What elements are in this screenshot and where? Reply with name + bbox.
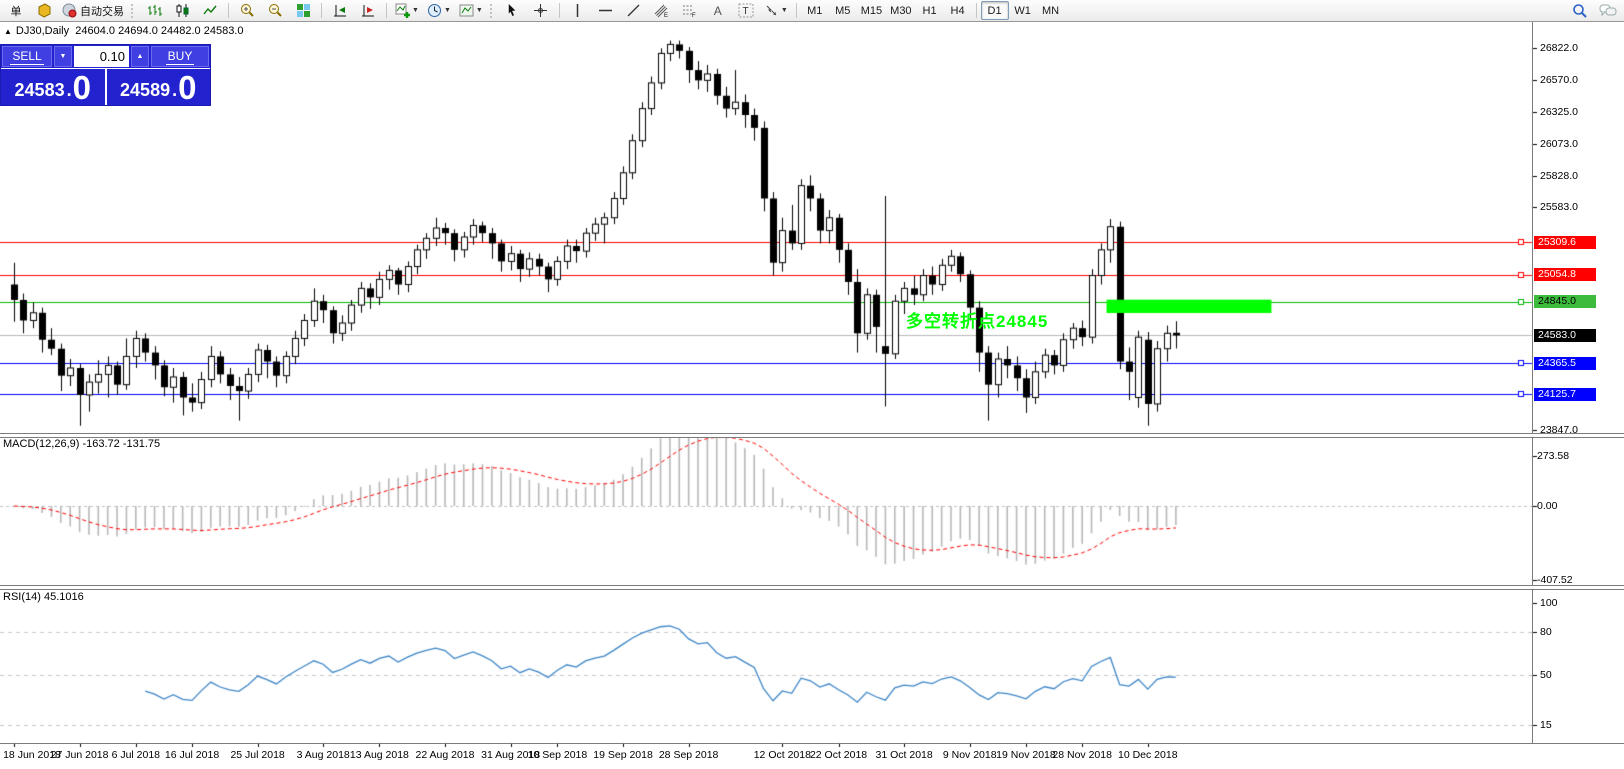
timeframe-H4[interactable]: H4 (944, 1, 972, 20)
volume-decrease-button[interactable]: ▼ (54, 46, 72, 67)
ohlc-close: 24583.0 (204, 25, 244, 37)
timeframe-H1[interactable]: H1 (916, 1, 944, 20)
cursor-icon[interactable] (499, 1, 527, 20)
timeframe-group: M1M5M15M30H1H4 D1W1MN (801, 1, 1065, 20)
indicators-add-icon[interactable]: ▼ (391, 1, 423, 20)
date-tick-label: 22 Oct 2018 (801, 749, 877, 761)
timeframe-M5[interactable]: M5 (829, 1, 857, 20)
level-price-badge: 24845.0 (1534, 295, 1596, 308)
timeframe-D1[interactable]: D1 (981, 1, 1009, 20)
rsi-panel-splitter[interactable] (0, 585, 1624, 590)
price-tick-label: 25828.0 (1540, 170, 1578, 182)
periods-dropdown-icon[interactable]: ▼ (444, 7, 451, 14)
new-order-icon[interactable] (30, 1, 58, 20)
autotrading-label: 自动交易 (80, 3, 124, 19)
date-tick-label: 28 Nov 2018 (1044, 749, 1120, 761)
chat-icon[interactable] (1594, 1, 1622, 20)
macd-indicator-label: MACD(12,26,9) -163.72 -131.75 (3, 438, 160, 450)
autotrading-icon (62, 3, 77, 18)
price-tick-label: 25583.0 (1540, 201, 1578, 213)
date-tick-label: 25 Jul 2018 (220, 749, 296, 761)
price-tick-label: 26570.0 (1540, 74, 1578, 86)
timeframe-MN[interactable]: MN (1037, 1, 1065, 20)
templates-icon[interactable]: ▼ (455, 1, 487, 20)
indicators-dropdown-icon[interactable]: ▼ (412, 7, 419, 14)
sell-price[interactable]: 24583.0 (1, 69, 107, 105)
text-tool-icon[interactable]: A (704, 1, 732, 20)
autotrading-button[interactable]: 自动交易 (58, 1, 128, 20)
chart-canvas[interactable] (0, 0, 1624, 769)
timeframe-M1[interactable]: M1 (801, 1, 829, 20)
chart-symbol-period: DJ30,Daily (16, 25, 69, 37)
search-icon[interactable] (1566, 1, 1594, 20)
level-price-badge: 25309.6 (1534, 236, 1596, 249)
level-price-badge: 24365.5 (1534, 357, 1596, 370)
periods-clock-icon[interactable]: ▼ (423, 1, 455, 20)
arrows-tool-icon[interactable]: ▼ (760, 1, 792, 20)
current-price-badge: 24583.0 (1534, 329, 1596, 342)
rsi-tick-label: 15 (1540, 719, 1552, 731)
sell-button[interactable]: SELL (2, 46, 52, 67)
level-price-badge: 25054.8 (1534, 268, 1596, 281)
vertical-line-tool-icon[interactable] (564, 1, 592, 20)
macd-tick-label: 0.00 (1537, 500, 1557, 512)
price-tick-label: 26073.0 (1540, 138, 1578, 150)
new-order-button[interactable]: 单 (2, 1, 30, 20)
text-label-tool-icon[interactable]: T (732, 1, 760, 20)
new-order-label: 单 (11, 3, 22, 19)
volume-increase-button[interactable]: ▲ (131, 46, 149, 67)
main-toolbar: 单 自动交易 ▼ ▼ ▼ (0, 0, 1624, 22)
zoom-out-icon[interactable] (261, 1, 289, 20)
date-tick-label: 28 Sep 2018 (651, 749, 727, 761)
rsi-tick-label: 100 (1540, 597, 1558, 609)
candlestick-chart-icon[interactable] (168, 1, 196, 20)
rsi-tick-label: 80 (1540, 626, 1552, 638)
price-tick-label: 26822.0 (1540, 42, 1578, 54)
templates-dropdown-icon[interactable]: ▼ (476, 7, 483, 14)
date-tick-label: 16 Jul 2018 (154, 749, 230, 761)
chart-shift-icon[interactable] (354, 1, 382, 20)
horizontal-line-tool-icon[interactable] (592, 1, 620, 20)
bar-chart-icon[interactable] (140, 1, 168, 20)
ohlc-high: 24694.0 (118, 25, 158, 37)
price-tick-label: 26325.0 (1540, 106, 1578, 118)
svg-text:F: F (692, 13, 696, 18)
fibonacci-tool-icon[interactable]: F (676, 1, 704, 20)
zoom-in-icon[interactable] (233, 1, 261, 20)
ohlc-open: 24604.0 (75, 25, 115, 37)
volume-input[interactable]: 0.10 (74, 46, 129, 67)
date-tick-label: 22 Aug 2018 (407, 749, 483, 761)
chart-annotation-text: 多空转折点24845 (906, 307, 1048, 332)
chart-header: ▲ DJ30,Daily 24604.0 24694.0 24482.0 2458… (4, 25, 243, 37)
macd-panel-splitter[interactable] (0, 433, 1624, 438)
svg-text:T: T (742, 6, 748, 17)
tile-windows-icon[interactable] (289, 1, 317, 20)
date-axis-border (0, 743, 1624, 744)
rsi-tick-label: 50 (1540, 669, 1552, 681)
rsi-indicator-label: RSI(14) 45.1016 (3, 591, 84, 603)
date-tick-label: 10 Dec 2018 (1110, 749, 1186, 761)
one-click-trade-panel: SELL ▼ 0.10 ▲ BUY 24583.0 24589.0 (0, 44, 211, 106)
auto-scroll-icon[interactable] (326, 1, 354, 20)
ohlc-low: 24482.0 (161, 25, 201, 37)
buy-price[interactable]: 24589.0 (107, 69, 211, 105)
collapse-panel-icon[interactable]: ▲ (4, 27, 12, 36)
timeframe-M15[interactable]: M15 (857, 1, 886, 20)
arrows-dropdown-icon[interactable]: ▼ (781, 7, 788, 14)
crosshair-icon[interactable] (527, 1, 555, 20)
line-chart-icon[interactable] (196, 1, 224, 20)
equidistant-channel-tool-icon[interactable]: E (648, 1, 676, 20)
buy-button[interactable]: BUY (151, 46, 209, 67)
level-price-badge: 24125.7 (1534, 388, 1596, 401)
date-tick-label: 13 Aug 2018 (341, 749, 417, 761)
price-axis-border (1532, 21, 1533, 743)
date-tick-label: 10 Sep 2018 (519, 749, 595, 761)
svg-text:E: E (664, 13, 668, 18)
timeframe-M30[interactable]: M30 (886, 1, 915, 20)
macd-tick-label: 273.58 (1537, 450, 1569, 462)
trendline-tool-icon[interactable] (620, 1, 648, 20)
date-tick-label: 31 Oct 2018 (866, 749, 942, 761)
timeframe-W1[interactable]: W1 (1009, 1, 1037, 20)
